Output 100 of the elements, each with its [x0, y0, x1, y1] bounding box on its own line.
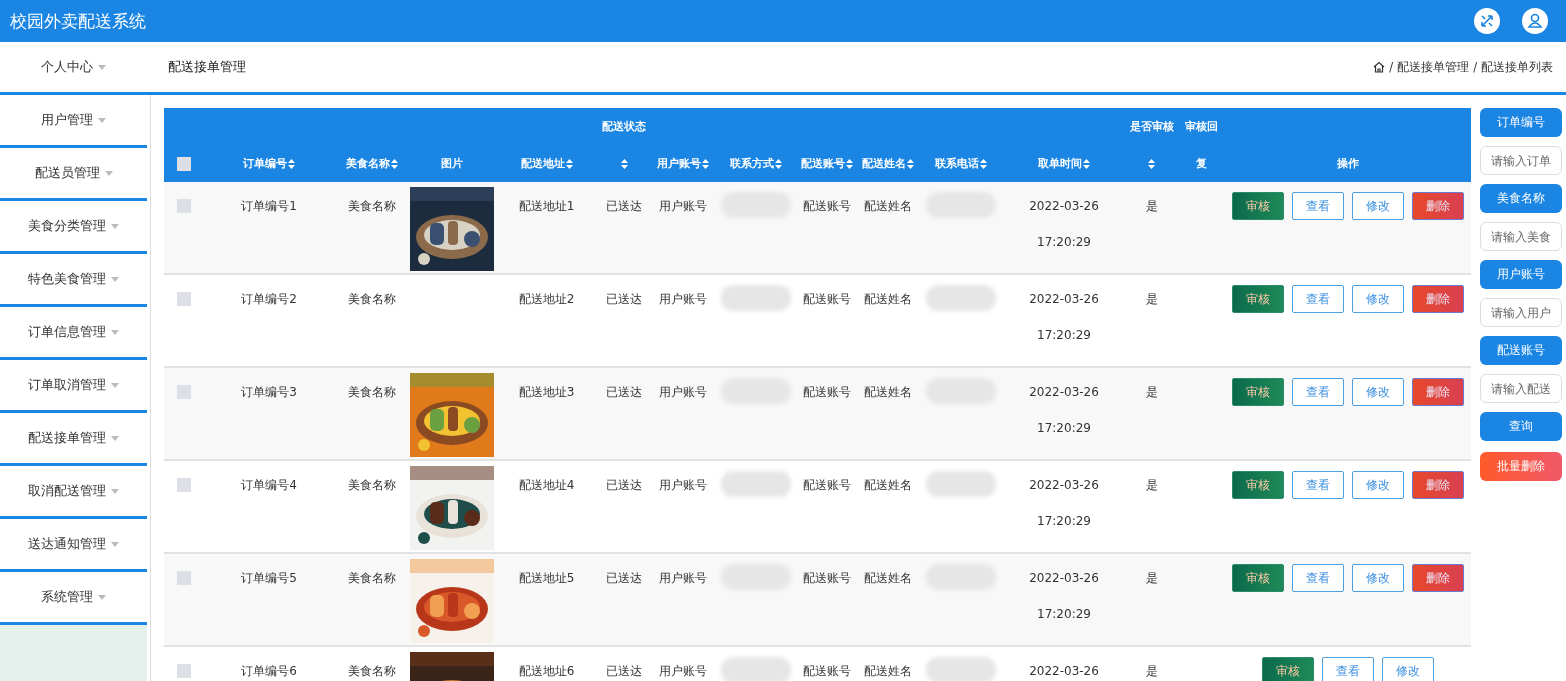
column-header[interactable]: 联系方式	[729, 156, 774, 171]
row-checkbox[interactable]	[177, 292, 191, 306]
action-button[interactable]: 审核	[1231, 285, 1284, 313]
home-icon[interactable]	[1373, 61, 1386, 73]
column-header[interactable]: 美食名称	[345, 156, 390, 171]
sidebar-item[interactable]: 订单取消管理	[0, 360, 147, 413]
row-checkbox[interactable]	[177, 571, 191, 585]
action-button[interactable]: 修改	[1381, 657, 1434, 681]
action-button[interactable]: 修改	[1351, 471, 1404, 499]
sort-icon[interactable]	[774, 158, 782, 169]
sort-icon[interactable]	[565, 158, 573, 169]
sort-icon[interactable]	[1148, 158, 1155, 169]
sort-icon[interactable]	[390, 158, 398, 169]
row-checkbox[interactable]	[177, 478, 191, 492]
row-checkbox[interactable]	[177, 385, 191, 399]
action-button[interactable]: 审核	[1231, 378, 1284, 406]
action-button[interactable]: 修改	[1351, 285, 1404, 313]
table-cell-text: 订单编号4	[241, 477, 297, 494]
action-button[interactable]: 删除	[1411, 285, 1464, 313]
action-button[interactable]: 审核	[1231, 564, 1284, 592]
sidebar-item[interactable]: 取消配送管理	[0, 466, 147, 519]
table-cell-text: 美食名称	[347, 198, 396, 215]
sidebar-item[interactable]: 配送员管理	[0, 148, 147, 201]
caret-icon	[98, 117, 106, 123]
action-button[interactable]: 删除	[1411, 471, 1464, 499]
sort-icon[interactable]	[288, 158, 295, 169]
field-label: 配送账号	[1480, 336, 1562, 365]
table-cell-text: 订单编号6	[241, 663, 297, 680]
panel-button[interactable]: 查询	[1480, 412, 1562, 441]
table-cell-text: 配送账号	[802, 570, 851, 587]
fullscreen-icon[interactable]	[1474, 8, 1500, 34]
breadcrumb-link[interactable]: 配送接单管理	[1397, 59, 1470, 75]
action-button[interactable]: 查看	[1321, 657, 1374, 681]
caret-icon	[111, 488, 119, 494]
table-cell-text: 用户账号	[659, 477, 707, 494]
table-cell-text: 2022-03-26 17:20:29	[1028, 384, 1100, 437]
sidebar-item[interactable]: 美食分类管理	[0, 201, 147, 254]
sidebar-item[interactable]: 个人中心	[0, 42, 147, 95]
column-header[interactable]: 订单编号	[243, 156, 287, 171]
column-header: 审核回	[1185, 119, 1218, 134]
table-cell-text: 已送达	[606, 384, 642, 401]
action-button[interactable]: 查看	[1291, 285, 1344, 313]
action-button[interactable]: 修改	[1351, 378, 1404, 406]
action-button[interactable]: 修改	[1351, 564, 1404, 592]
column-header[interactable]: 配送地址	[520, 156, 565, 171]
row-checkbox[interactable]	[177, 199, 191, 213]
sort-icon[interactable]	[702, 158, 709, 169]
table-cell-text: 已送达	[606, 291, 642, 308]
sidebar-item[interactable]: 送达通知管理	[0, 519, 147, 572]
column-header[interactable]: 取单时间	[1038, 156, 1082, 171]
table-cell-text: 2022-03-26 17:20:29	[1028, 570, 1100, 623]
table-cell-text: 已送达	[606, 198, 642, 215]
action-button[interactable]: 查看	[1291, 192, 1344, 220]
table-cell-text: 订单编号1	[241, 198, 297, 215]
table-cell-text: 配送姓名	[864, 570, 912, 587]
column-header[interactable]: 配送姓名	[862, 156, 906, 171]
search-field[interactable]: 请输入配送	[1480, 374, 1562, 403]
search-field[interactable]: 请输入用户	[1480, 298, 1562, 327]
action-button[interactable]: 审核	[1231, 192, 1284, 220]
sort-icon[interactable]	[845, 158, 853, 169]
panel-button[interactable]: 批量删除	[1480, 452, 1562, 481]
table-cell-text: 用户账号	[659, 198, 707, 215]
action-button[interactable]: 修改	[1351, 192, 1404, 220]
caret-icon	[104, 170, 113, 176]
blurred-patch	[720, 285, 791, 311]
breadcrumb-link[interactable]: 配送接单列表	[1481, 59, 1553, 75]
action-button[interactable]: 查看	[1291, 378, 1344, 406]
search-field[interactable]: 请输入订单	[1480, 146, 1562, 175]
table-cell-text: 用户账号	[659, 663, 707, 680]
table-cell-text: 2022-03-26 17:20:29	[1028, 477, 1100, 530]
column-header[interactable]: 操作	[1336, 156, 1359, 171]
user-icon[interactable]	[1522, 8, 1548, 34]
sort-icon[interactable]	[620, 158, 628, 169]
row-checkbox[interactable]	[177, 664, 191, 678]
table-cell-text: 2022-03-26 17:20:29	[1028, 291, 1100, 344]
table-cell-text: 订单编号5	[241, 570, 297, 587]
action-button[interactable]: 删除	[1411, 192, 1464, 220]
search-field[interactable]: 请输入美食	[1480, 222, 1562, 251]
action-button[interactable]: 审核	[1261, 657, 1314, 681]
action-button[interactable]: 删除	[1411, 564, 1464, 592]
action-button[interactable]: 查看	[1291, 564, 1344, 592]
sidebar-item[interactable]: 用户管理	[0, 95, 147, 148]
table-cell-text: 配送地址6	[518, 663, 575, 680]
column-header[interactable]: 图片	[440, 156, 463, 171]
breadcrumb-separator: /	[1389, 60, 1394, 74]
sidebar-item[interactable]: 配送接单管理	[0, 413, 147, 466]
sort-icon[interactable]	[979, 158, 987, 169]
sidebar-item[interactable]: 特色美食管理	[0, 254, 147, 307]
action-button[interactable]: 删除	[1411, 378, 1464, 406]
sort-icon[interactable]	[907, 158, 914, 169]
action-button[interactable]: 审核	[1231, 471, 1284, 499]
table-cell-text: 美食名称	[347, 663, 396, 680]
column-header[interactable]: 联系电话	[934, 156, 979, 171]
sort-icon[interactable]	[1083, 158, 1090, 169]
column-header[interactable]: 配送账号	[800, 156, 845, 171]
sidebar-item[interactable]: 订单信息管理	[0, 307, 147, 360]
column-header[interactable]: 用户账号	[657, 156, 701, 171]
select-all-checkbox[interactable]	[177, 156, 191, 171]
action-button[interactable]: 查看	[1291, 471, 1344, 499]
column-header[interactable]: 复	[1196, 156, 1207, 171]
